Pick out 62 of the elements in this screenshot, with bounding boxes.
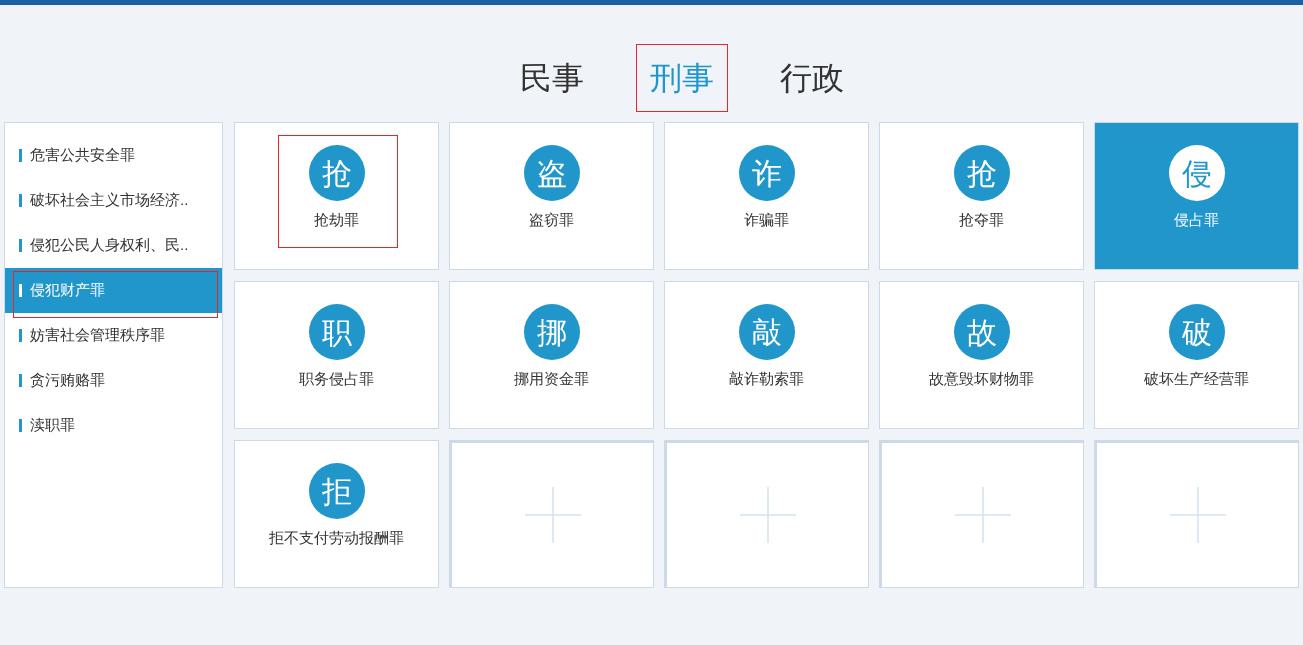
character-badge: 故 (953, 304, 1010, 360)
bullet-bar-icon (19, 374, 22, 387)
character-badge: 抢 (953, 145, 1010, 201)
sidebar-item[interactable]: 侵犯公民人身权利、民.. (5, 223, 222, 268)
sidebar-label: 妨害社会管理秩序罪 (30, 325, 165, 346)
tile-label: 职务侵占罪 (299, 369, 374, 389)
tile-label: 故意毁坏财物罪 (929, 369, 1034, 389)
character-badge: 挪 (523, 304, 580, 360)
character-badge: 诈 (738, 145, 795, 201)
sidebar-item[interactable]: 渎职罪 (5, 403, 222, 448)
sidebar-label: 侵犯财产罪 (30, 280, 105, 301)
crime-tile[interactable]: 抢 抢夺罪 (879, 122, 1084, 270)
bullet-bar-icon (19, 194, 22, 207)
tile-label: 抢夺罪 (959, 210, 1004, 230)
bullet-bar-icon (19, 329, 22, 342)
category-tab[interactable]: 民事 (505, 44, 598, 112)
sidebar-label: 危害公共安全罪 (30, 145, 135, 166)
plus-icon (739, 487, 796, 543)
tile-label: 敲诈勒索罪 (729, 369, 804, 389)
crime-tile[interactable]: 职 职务侵占罪 (234, 281, 439, 429)
empty-tile[interactable] (879, 440, 1084, 588)
empty-tile[interactable] (449, 440, 654, 588)
crime-tile[interactable]: 诈 诈骗罪 (664, 122, 869, 270)
character-badge: 盗 (523, 145, 580, 201)
sidebar-item[interactable]: 贪污贿赂罪 (5, 358, 222, 403)
empty-tile[interactable] (1094, 440, 1299, 588)
tile-label: 盗窃罪 (529, 210, 574, 230)
sidebar-label: 破坏社会主义市场经济.. (30, 190, 189, 211)
crime-tile[interactable]: 抢 抢劫罪 (234, 122, 439, 270)
character-badge: 侵 (1168, 145, 1225, 201)
crime-tile[interactable]: 盗 盗窃罪 (449, 122, 654, 270)
character-badge: 抢 (308, 145, 365, 201)
bullet-bar-icon (19, 149, 22, 162)
character-badge: 破 (1168, 304, 1225, 360)
crime-tile[interactable]: 拒 拒不支付劳动报酬罪 (234, 440, 439, 588)
sidebar-item[interactable]: 破坏社会主义市场经济.. (5, 178, 222, 223)
character-badge: 敲 (738, 304, 795, 360)
plus-icon (954, 487, 1011, 543)
bullet-bar-icon (19, 239, 22, 252)
plus-icon (524, 487, 581, 543)
tile-label: 拒不支付劳动报酬罪 (269, 528, 404, 548)
crime-tile[interactable]: 破 破坏生产经营罪 (1094, 281, 1299, 429)
character-badge: 拒 (308, 463, 365, 519)
crime-tile[interactable]: 挪 挪用资金罪 (449, 281, 654, 429)
tile-label: 侵占罪 (1174, 210, 1219, 230)
empty-tile[interactable] (664, 440, 869, 588)
sidebar-item[interactable]: 妨害社会管理秩序罪 (5, 313, 222, 358)
tile-label: 抢劫罪 (314, 210, 359, 230)
tile-label: 诈骗罪 (744, 210, 789, 230)
sidebar-label: 渎职罪 (30, 415, 75, 436)
character-badge: 职 (308, 304, 365, 360)
sidebar-item[interactable]: 危害公共安全罪 (5, 133, 222, 178)
sidebar-label: 贪污贿赂罪 (30, 370, 105, 391)
crime-tile[interactable]: 故 故意毁坏财物罪 (879, 281, 1084, 429)
plus-icon (1169, 487, 1226, 543)
sidebar-label: 侵犯公民人身权利、民.. (30, 235, 189, 256)
bullet-bar-icon (19, 284, 22, 297)
bullet-bar-icon (19, 419, 22, 432)
tile-label: 挪用资金罪 (514, 369, 589, 389)
category-tab[interactable]: 行政 (765, 44, 858, 112)
crime-tile[interactable]: 敲 敲诈勒索罪 (664, 281, 869, 429)
tile-label: 破坏生产经营罪 (1144, 369, 1249, 389)
